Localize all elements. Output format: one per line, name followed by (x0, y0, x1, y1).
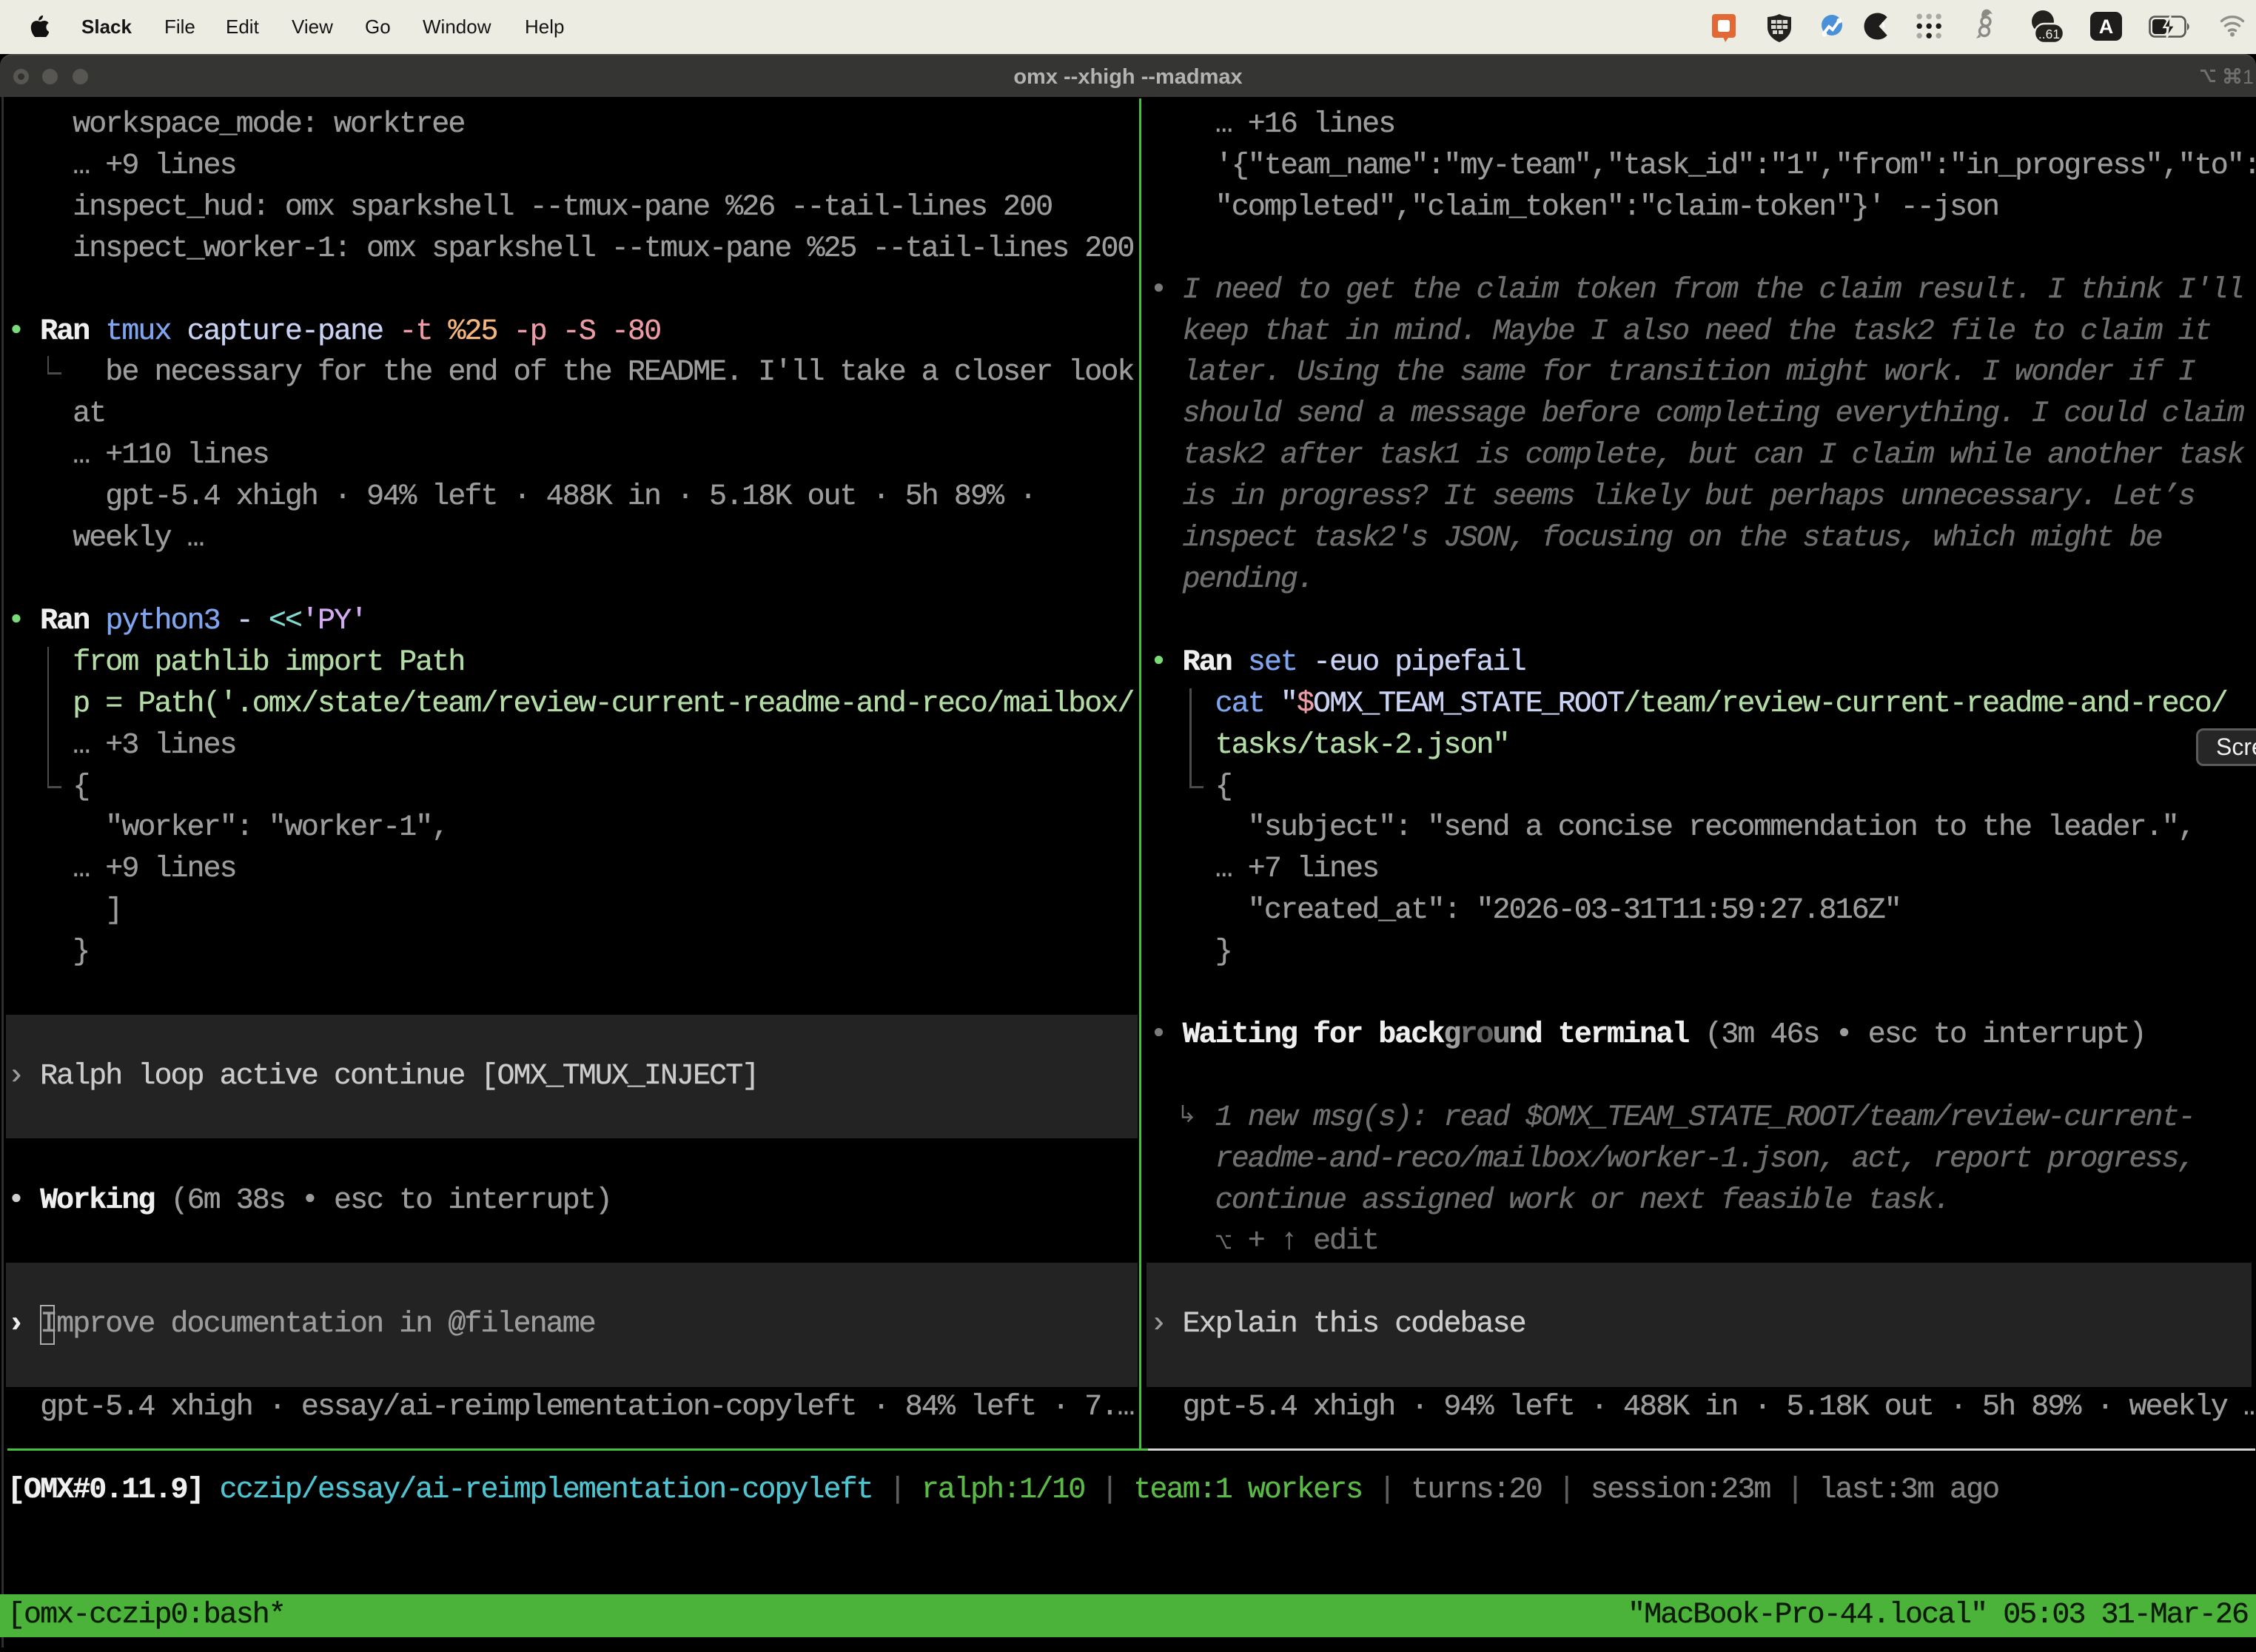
svg-text:..61: ..61 (2038, 27, 2060, 41)
svg-text:A: A (2099, 16, 2114, 38)
